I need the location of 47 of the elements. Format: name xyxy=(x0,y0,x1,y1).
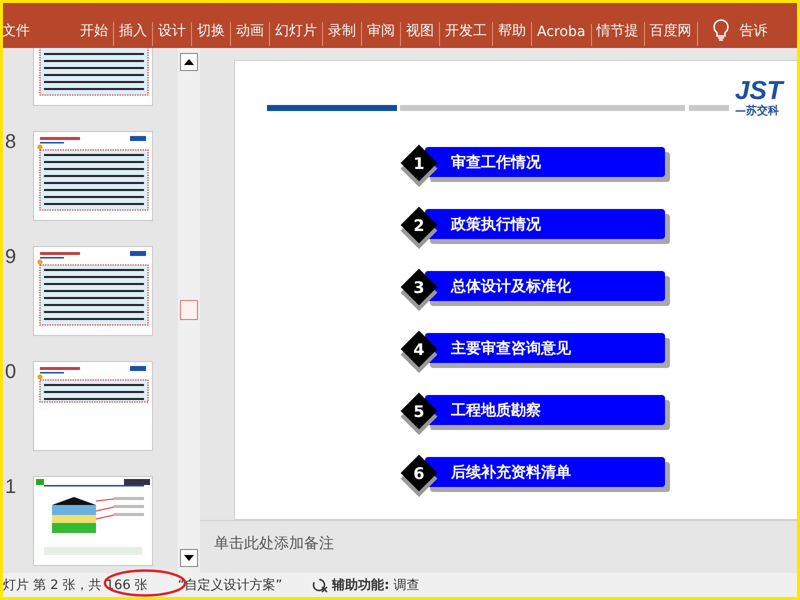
agenda-item: 工程地质勘察 xyxy=(425,395,665,425)
ribbon-tab[interactable]: 开发工 xyxy=(440,22,493,46)
tell-me-field[interactable]: 告诉 xyxy=(740,22,768,46)
ribbon-tab[interactable]: 视图 xyxy=(401,22,440,46)
accessibility-icon[interactable] xyxy=(312,577,328,593)
item-number: 2 xyxy=(413,216,425,234)
ribbon-tab[interactable]: 情节提 xyxy=(592,22,645,46)
scrollbar-thumb[interactable] xyxy=(180,300,198,320)
slide-thumbnail[interactable] xyxy=(33,131,153,221)
item-number: 4 xyxy=(413,340,425,358)
agenda-item: 总体设计及标准化 xyxy=(425,271,665,301)
accessibility-status[interactable]: 辅助功能: 调查 xyxy=(332,576,420,594)
slide-thumbnail[interactable] xyxy=(33,476,153,566)
slide-number: 8 xyxy=(5,131,16,153)
ribbon-tab[interactable]: 插入 xyxy=(114,22,153,46)
scroll-up-button[interactable] xyxy=(180,53,198,71)
item-number: 6 xyxy=(413,464,425,482)
slide-number: 0 xyxy=(5,361,16,383)
agenda-item: 后续补充资料清单 xyxy=(425,457,665,487)
slide-number: 1 xyxy=(5,476,16,498)
scroll-down-button[interactable] xyxy=(180,549,198,567)
slide-thumbnail[interactable] xyxy=(33,361,153,451)
notes-field[interactable]: 单击此处添加备注 xyxy=(200,520,797,566)
company-logo: JST xyxy=(735,76,783,102)
slide-number: 9 xyxy=(5,246,16,268)
item-number: 3 xyxy=(413,278,425,296)
ribbon-tab[interactable]: 百度网 xyxy=(644,22,698,46)
item-number: 1 xyxy=(413,154,425,172)
ribbon-tab[interactable]: 开始 xyxy=(75,22,114,46)
ribbon-tab[interactable]: 动画 xyxy=(231,22,270,46)
ribbon-tab[interactable]: 审阅 xyxy=(362,22,401,46)
ribbon-tab[interactable]: 切换 xyxy=(192,22,231,46)
ribbon-tab[interactable]: 录制 xyxy=(323,22,362,46)
item-number: 5 xyxy=(413,402,425,420)
slide-count: 灯片 第 2 张，共 166 张 xyxy=(3,577,148,594)
ribbon-tab[interactable]: 幻灯片 xyxy=(270,22,323,46)
slide-thumbnail[interactable] xyxy=(33,246,153,336)
ribbon-tab[interactable]: Acroba xyxy=(532,24,592,46)
caret-up-icon xyxy=(184,59,194,65)
company-name: —苏交科 xyxy=(735,102,780,118)
agenda-item: 主要审查咨询意见 xyxy=(425,333,665,363)
caret-down-icon xyxy=(184,555,194,561)
agenda-item: 审查工作情况 xyxy=(425,147,665,177)
agenda-item: 政策执行情况 xyxy=(425,209,665,239)
theme-name: “自定义设计方案” xyxy=(178,577,282,594)
ribbon-tab[interactable]: 帮助 xyxy=(493,22,532,46)
ribbon-tab[interactable]: 设计 xyxy=(153,22,192,46)
